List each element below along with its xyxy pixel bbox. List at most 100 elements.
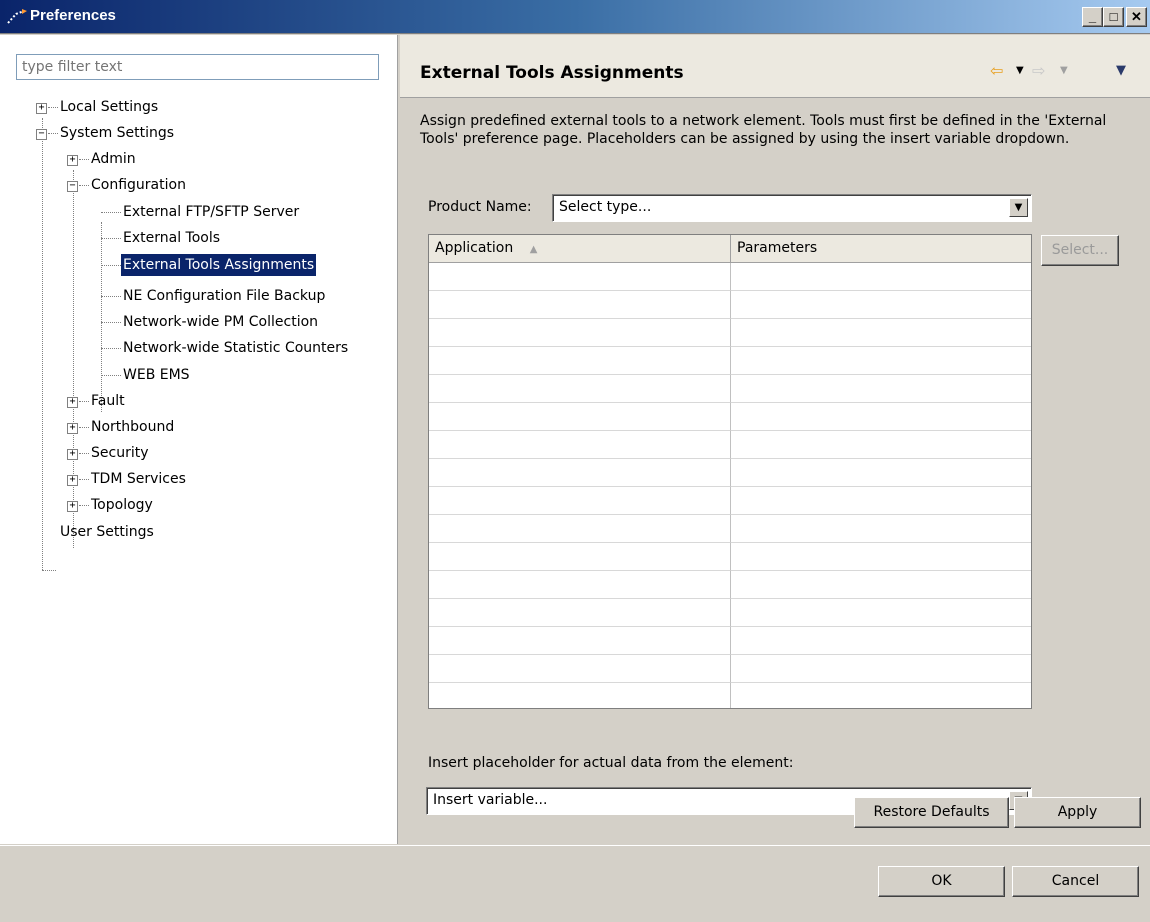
table-row[interactable]	[429, 347, 1031, 375]
expand-icon[interactable]: +	[36, 103, 47, 114]
filter-input[interactable]	[16, 54, 379, 80]
table-cell-application[interactable]	[429, 515, 731, 543]
table-cell-application[interactable]	[429, 431, 731, 459]
page-header: External Tools Assignments ⇦ ▼ ⇨ ▼ ▼	[400, 35, 1150, 98]
column-header-label: Application	[435, 240, 514, 256]
table-row[interactable]	[429, 627, 1031, 655]
table-row[interactable]	[429, 655, 1031, 683]
table-cell-application[interactable]	[429, 571, 731, 599]
table-cell-application[interactable]	[429, 319, 731, 347]
table-cell-parameters[interactable]	[731, 627, 1031, 655]
collapse-icon[interactable]: −	[67, 181, 78, 192]
collapse-icon[interactable]: −	[36, 129, 47, 140]
table-cell-parameters[interactable]	[731, 291, 1031, 319]
ok-button[interactable]: OK	[878, 866, 1005, 897]
maximize-button[interactable]: □	[1103, 7, 1124, 27]
view-menu-icon[interactable]: ▼	[1116, 61, 1126, 81]
tree-item-label: Topology	[91, 497, 153, 513]
table-cell-parameters[interactable]	[731, 375, 1031, 403]
expand-icon[interactable]: +	[67, 475, 78, 486]
table-cell-parameters[interactable]	[731, 515, 1031, 543]
table-cell-application[interactable]	[429, 375, 731, 403]
tree-item-label: TDM Services	[91, 471, 186, 487]
table-cell-application[interactable]	[429, 291, 731, 319]
table-cell-parameters[interactable]	[731, 655, 1031, 683]
table-row[interactable]	[429, 543, 1031, 571]
tree-item-label: Northbound	[91, 419, 175, 435]
table-row[interactable]	[429, 683, 1031, 708]
table-row[interactable]	[429, 515, 1031, 543]
table-row[interactable]	[429, 487, 1031, 515]
table-cell-application[interactable]	[429, 599, 731, 627]
table-row[interactable]	[429, 431, 1031, 459]
expand-icon[interactable]: +	[67, 397, 78, 408]
dialog-button-bar: OK Cancel	[0, 845, 1150, 922]
tree-item-label: NE Configuration File Backup	[123, 288, 326, 304]
tree-item-label: Admin	[91, 151, 136, 167]
tree-item-label: Network-wide Statistic Counters	[123, 340, 349, 356]
column-header-label: Parameters	[737, 240, 818, 256]
table-cell-application[interactable]	[429, 403, 731, 431]
table-cell-application[interactable]	[429, 487, 731, 515]
tree-item-label: System Settings	[60, 125, 175, 141]
tree-item-label: Network-wide PM Collection	[123, 314, 319, 330]
cancel-button[interactable]: Cancel	[1012, 866, 1139, 897]
expand-icon[interactable]: +	[67, 155, 78, 166]
minimize-button[interactable]: _	[1082, 7, 1103, 27]
preferences-tree-pane: + Local Settings − System Settings + Adm…	[0, 35, 398, 868]
forward-history-dropdown-icon[interactable]: ▼	[1060, 61, 1068, 81]
table-row[interactable]	[429, 459, 1031, 487]
table-cell-application[interactable]	[429, 347, 731, 375]
expand-icon[interactable]: +	[67, 423, 78, 434]
assignments-table[interactable]: Application ▲ Parameters	[428, 234, 1032, 709]
table-cell-parameters[interactable]	[731, 599, 1031, 627]
table-row[interactable]	[429, 599, 1031, 627]
column-header-parameters[interactable]: Parameters	[731, 235, 1031, 263]
tree-item-label: Fault	[91, 393, 125, 409]
table-cell-parameters[interactable]	[731, 487, 1031, 515]
table-cell-parameters[interactable]	[731, 319, 1031, 347]
restore-defaults-button[interactable]: Restore Defaults	[854, 797, 1009, 828]
table-cell-parameters[interactable]	[731, 459, 1031, 487]
tree-item-label: Security	[91, 445, 149, 461]
back-history-dropdown-icon[interactable]: ▼	[1016, 61, 1024, 81]
dropdown-arrow-icon[interactable]: ▼	[1009, 198, 1028, 217]
insert-variable-value: Insert variable...	[433, 792, 548, 808]
table-cell-parameters[interactable]	[731, 683, 1031, 708]
table-cell-application[interactable]	[429, 627, 731, 655]
table-cell-application[interactable]	[429, 683, 731, 708]
table-row[interactable]	[429, 403, 1031, 431]
expand-icon[interactable]: +	[67, 501, 78, 512]
placeholder-label: Insert placeholder for actual data from …	[428, 755, 794, 771]
tree-item-label: WEB EMS	[123, 367, 190, 383]
close-button[interactable]: ✕	[1126, 7, 1147, 27]
table-cell-parameters[interactable]	[731, 431, 1031, 459]
table-cell-parameters[interactable]	[731, 543, 1031, 571]
tree-item-label: External Tools	[123, 230, 221, 246]
product-name-dropdown[interactable]: Select type... ▼	[552, 194, 1032, 222]
table-row[interactable]	[429, 291, 1031, 319]
tree-item-label: User Settings	[60, 524, 154, 540]
table-cell-parameters[interactable]	[731, 403, 1031, 431]
sort-ascending-icon: ▲	[529, 244, 538, 255]
table-cell-application[interactable]	[429, 459, 731, 487]
apply-button[interactable]: Apply	[1014, 797, 1141, 828]
table-cell-application[interactable]	[429, 263, 731, 291]
forward-arrow-icon[interactable]: ⇨	[1032, 61, 1045, 81]
table-cell-parameters[interactable]	[731, 571, 1031, 599]
table-cell-application[interactable]	[429, 655, 731, 683]
tree-item-label: External FTP/SFTP Server	[123, 204, 300, 220]
select-button[interactable]: Select...	[1041, 235, 1119, 266]
column-header-application[interactable]: Application ▲	[429, 235, 731, 263]
table-cell-parameters[interactable]	[731, 347, 1031, 375]
table-cell-application[interactable]	[429, 543, 731, 571]
table-row[interactable]	[429, 571, 1031, 599]
table-row[interactable]	[429, 263, 1031, 291]
table-cell-parameters[interactable]	[731, 263, 1031, 291]
page-description: Assign predefined external tools to a ne…	[420, 113, 1107, 147]
tree-item-label: Local Settings	[60, 99, 159, 115]
table-row[interactable]	[429, 375, 1031, 403]
table-row[interactable]	[429, 319, 1031, 347]
expand-icon[interactable]: +	[67, 449, 78, 460]
back-arrow-icon[interactable]: ⇦	[990, 61, 1003, 81]
